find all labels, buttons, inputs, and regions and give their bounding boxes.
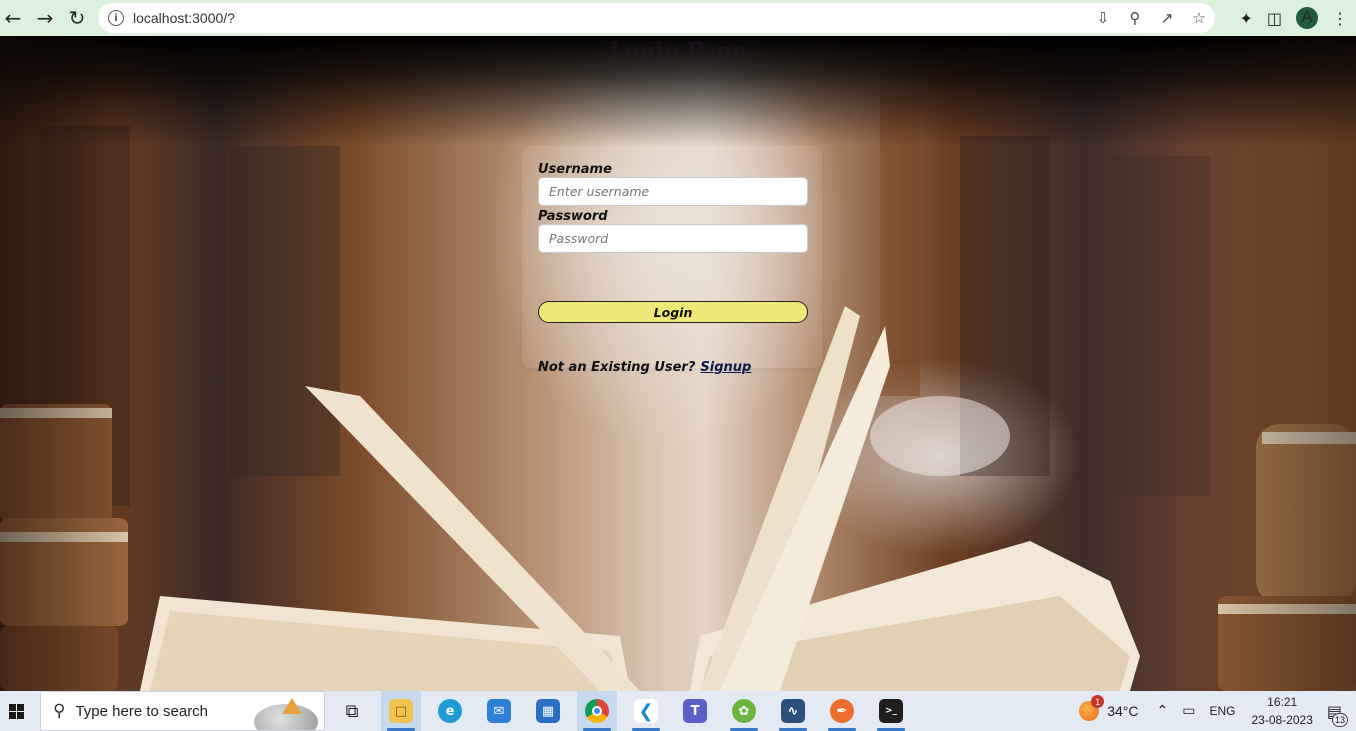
username-label: Username (538, 162, 612, 177)
install-app-icon[interactable]: ⇩ (1093, 9, 1113, 27)
clock-date: 23-08-2023 (1251, 713, 1313, 727)
weather-temperature: 34°C (1107, 703, 1139, 719)
page-viewport: Login Page Username Password Login Not a… (0, 36, 1356, 691)
taskbar-search-box[interactable]: ⚲ Type here to search (40, 691, 325, 731)
mysql-workbench-icon[interactable]: ∿ (773, 691, 813, 731)
start-button[interactable] (2, 691, 30, 731)
task-view-icon[interactable]: ⧉ (332, 691, 372, 731)
edge-browser-icon[interactable]: e (430, 691, 470, 731)
signup-prompt-line: Not an Existing User? Signup (538, 360, 751, 375)
file-explorer-icon[interactable]: □ (381, 691, 421, 731)
spring-tool-suite-icon[interactable]: ✿ (724, 691, 764, 731)
right-shadow-overlay (1196, 36, 1356, 691)
microsoft-store-icon[interactable]: ▦ (528, 691, 568, 731)
reload-icon[interactable]: ↻ (61, 3, 93, 33)
terminal-icon[interactable]: >_ (871, 691, 911, 731)
profile-avatar[interactable]: A (1296, 7, 1318, 29)
zoom-icon[interactable]: ⚲ (1125, 9, 1145, 27)
search-placeholder: Type here to search (75, 702, 209, 720)
browser-toolbar: ← → ↻ i localhost:3000/? ⇩ ⚲ ↗ ☆ ✦ ◫ A ⋮ (0, 0, 1356, 36)
signup-prompt-text: Not an Existing User? (538, 360, 696, 375)
bookmark-star-icon[interactable]: ☆ (1189, 9, 1209, 27)
system-tray: 1 34°C ⌃ ▭ ENG 16:21 23-08-2023 ▤ 13 (1079, 691, 1356, 731)
notification-count-badge: 13 (1332, 712, 1348, 727)
windows-taskbar: ⚲ Type here to search ⧉ □ e ✉ ▦ ❮ T ✿ ∿ … (0, 691, 1356, 731)
chrome-icon[interactable] (577, 691, 617, 731)
vs-code-icon[interactable]: ❮ (626, 691, 666, 731)
search-icon: ⚲ (53, 701, 66, 721)
weather-badge: 1 (1091, 695, 1105, 708)
extensions-puzzle-icon[interactable]: ✦ (1239, 9, 1252, 28)
notification-center-icon[interactable]: ▤ 13 (1327, 702, 1348, 727)
password-input[interactable] (538, 224, 808, 253)
postman-icon[interactable]: ✒ (822, 691, 862, 731)
share-icon[interactable]: ↗ (1157, 9, 1177, 27)
login-form: Username Password Login Not an Existing … (522, 146, 822, 375)
login-button[interactable]: Login (538, 301, 808, 323)
site-info-icon[interactable]: i (108, 10, 124, 26)
mail-icon[interactable]: ✉ (479, 691, 519, 731)
clock-time: 16:21 (1267, 695, 1298, 709)
windows-logo-icon (8, 703, 24, 719)
password-label: Password (538, 209, 608, 224)
username-input[interactable] (538, 177, 808, 206)
clock[interactable]: 16:21 23-08-2023 (1251, 693, 1312, 729)
input-language[interactable]: ENG (1209, 704, 1235, 718)
url-text[interactable]: localhost:3000/? (133, 10, 235, 26)
left-shadow-overlay (0, 36, 140, 691)
address-bar[interactable]: i localhost:3000/? ⇩ ⚲ ↗ ☆ (98, 3, 1215, 33)
signup-link[interactable]: Signup (700, 360, 751, 375)
back-arrow-icon[interactable]: ← (0, 3, 29, 33)
weather-widget[interactable]: 1 34°C (1079, 695, 1139, 721)
forward-arrow-icon[interactable]: → (29, 3, 61, 33)
browser-menu-icon[interactable]: ⋮ (1332, 9, 1348, 28)
show-hidden-icons-chevron-icon[interactable]: ⌃ (1157, 703, 1169, 719)
teams-icon[interactable]: T (675, 691, 715, 731)
side-panel-icon[interactable]: ◫ (1267, 9, 1282, 28)
page-heading: Login Page (609, 38, 747, 64)
battery-icon[interactable]: ▭ (1182, 703, 1195, 719)
weather-sun-icon: 1 (1079, 695, 1105, 721)
